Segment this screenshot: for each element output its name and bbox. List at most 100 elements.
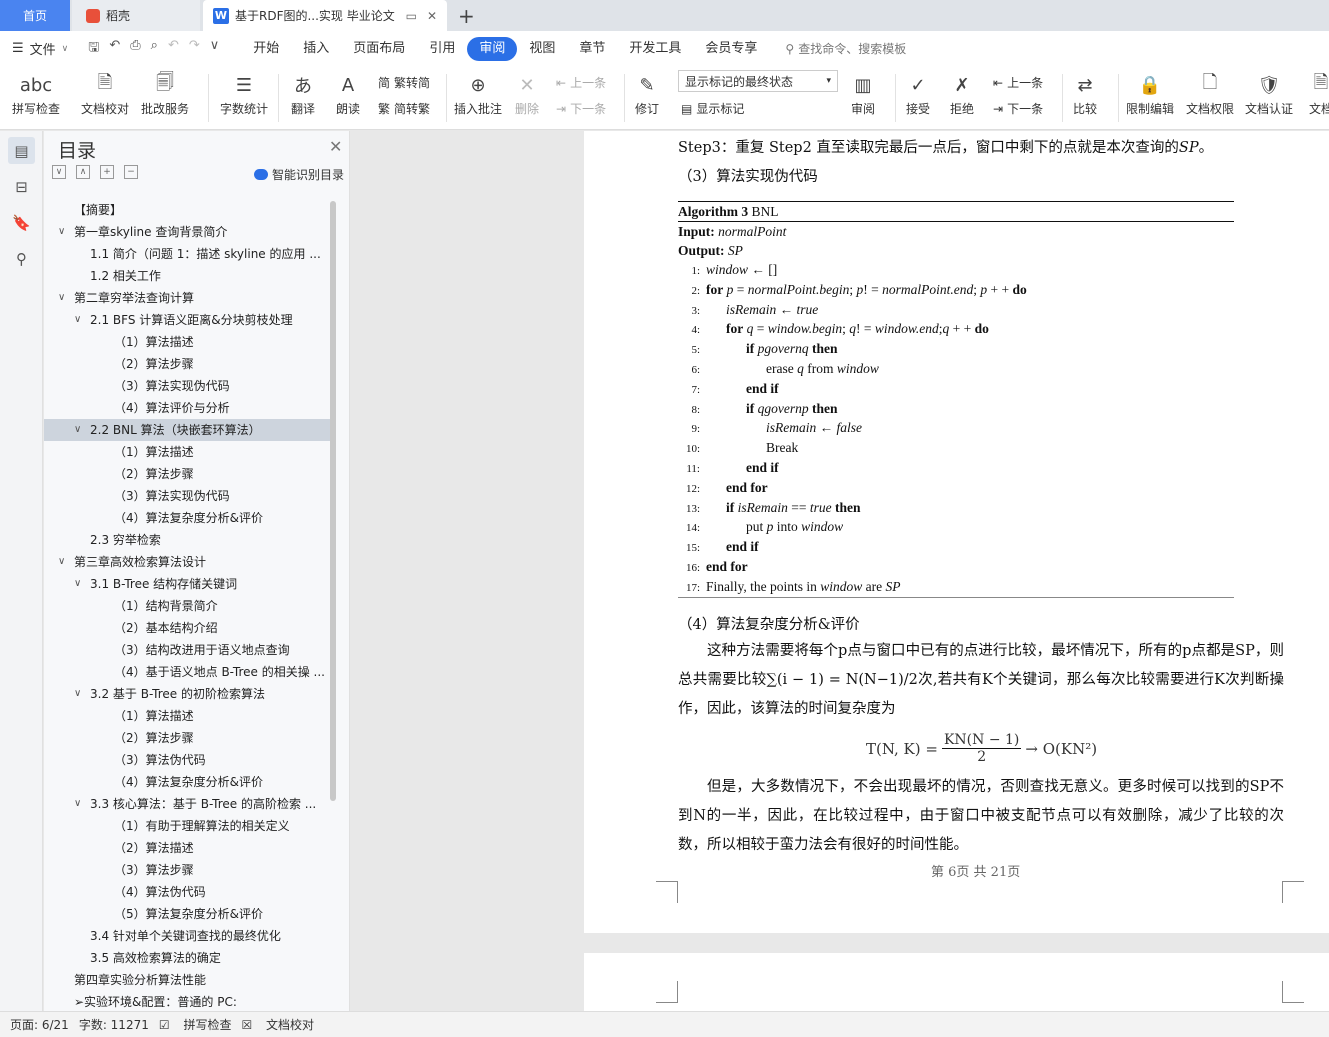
next-change-button[interactable]: ⇥ 下一条 [993,100,1043,117]
chevron-down-icon[interactable]: ∨ [74,419,81,441]
toc-item[interactable]: 2.3 穷举检索 [44,529,336,551]
toc-item[interactable]: ∨ 3.2 基于 B-Tree 的初阶检索算法 [44,683,336,705]
toc-item[interactable]: ∨ 3.3 核心算法：基于 B-Tree 的高阶检索 ... [44,793,336,815]
menu-tab-8[interactable]: 会员专享 [693,37,769,61]
remove-heading-icon[interactable]: − [124,165,138,179]
markup-state-select[interactable]: 显示标记的最终状态 ▾ [678,70,838,92]
toc-item[interactable]: （4）算法伪代码 [44,881,336,903]
command-search[interactable]: ⚲ 查找命令、搜索模板 [785,40,906,57]
toc-panel-icon[interactable]: ▤ [8,137,35,164]
menu-tab-5[interactable]: 视图 [517,37,567,61]
doc-certify-button[interactable]: 🛡 文档认证 [1245,70,1293,117]
toc-item[interactable]: （4）算法复杂度分析&评价 [44,771,336,793]
doc-check-button[interactable]: 🗎 文档校对 [81,70,129,117]
toc-item[interactable]: （2）算法描述 [44,837,336,859]
toc-item[interactable]: ∨ 2.1 BFS 计算语义距离&分块剪枝处理 [44,309,336,331]
toc-item[interactable]: （3）算法步骤 [44,859,336,881]
add-heading-icon[interactable]: + [100,165,114,179]
toc-scrollbar[interactable] [330,201,336,801]
toc-item[interactable]: （5）算法复杂度分析&评价 [44,903,336,925]
toc-item[interactable]: 1.1 简介（问题 1：描述 skyline 的应用 ... [44,243,336,265]
spell-check-button[interactable]: abc 拼写检查 [12,70,60,117]
delete-comment-button[interactable]: ✕ 删除 [512,70,542,117]
menu-tab-0[interactable]: 开始 [241,37,291,61]
prev-change-button[interactable]: ⇤ 上一条 [993,74,1043,91]
restrict-edit-button[interactable]: 🔒 限制编辑 [1126,70,1174,117]
save-icon[interactable]: 🖫 [88,38,99,60]
close-tab-icon[interactable]: ✕ [427,9,437,23]
print-preview-icon[interactable]: ⌕ [151,38,158,60]
more-icon[interactable]: ∨ [210,38,220,60]
tab-home[interactable]: 首页 [0,0,70,31]
toc-item[interactable]: （1）有助于理解算法的相关定义 [44,815,336,837]
chevron-down-icon[interactable]: ∨ [74,309,81,331]
toc-item[interactable]: 【摘要】 [44,199,336,221]
word-count-button[interactable]: ☰ 字数统计 [220,70,268,117]
toc-item[interactable]: 3.5 高效检索算法的确定 [44,947,336,969]
show-markup-button[interactable]: ▤ 显示标记 [681,100,744,117]
toc-item[interactable]: ➢实验环境&配置：普通的 PC: [44,991,336,1013]
toc-item[interactable]: （1）结构背景简介 [44,595,336,617]
review-pane-button[interactable]: ▥ 审阅 [848,70,878,117]
print-icon[interactable]: ⎙ [130,38,140,60]
translate-button[interactable]: あ翻译 [288,70,318,117]
menu-tab-3[interactable]: 引用 [417,37,467,61]
toc-item[interactable]: （1）算法描述 [44,705,336,727]
doc-check-status[interactable]: ☒ 文档校对 [241,1016,314,1033]
toc-item[interactable]: （3）算法伪代码 [44,749,336,771]
simp-to-trad-button[interactable]: 繁简转繁 [378,100,430,117]
chevron-down-icon[interactable]: ∨ [74,793,81,815]
annotate-service-button[interactable]: 🗐 批改服务 [141,70,189,117]
toc-item[interactable]: （1）算法描述 [44,441,336,463]
menu-tab-1[interactable]: 插入 [291,37,341,61]
toc-item[interactable]: （4）算法评价与分析 [44,397,336,419]
chapter-nav-icon[interactable]: ⊟ [8,173,35,200]
chevron-down-icon[interactable]: ∨ [58,287,65,309]
next-comment-button[interactable]: ⇥ 下一条 [556,100,606,117]
toc-item[interactable]: （2）算法步骤 [44,727,336,749]
toc-item[interactable]: 3.4 针对单个关键词查找的最终优化 [44,925,336,947]
pin-icon[interactable]: ▭ [406,9,417,23]
search-icon[interactable]: ⚲ [8,245,35,272]
toc-item[interactable]: （2）基本结构介绍 [44,617,336,639]
toc-item[interactable]: （2）算法步骤 [44,353,336,375]
chevron-down-icon[interactable]: ∨ [58,551,65,573]
toc-item[interactable]: （4）基于语义地点 B-Tree 的相关操 ... [44,661,336,683]
doc-permission-button[interactable]: 🗋 文档权限 [1186,70,1234,117]
revise-button[interactable]: ✎ 修订 [632,70,662,117]
toc-item[interactable]: （3）结构改进用于语义地点查询 [44,639,336,661]
undo-icon[interactable]: ↶ [168,38,179,60]
insert-comment-button[interactable]: ⊕ 插入批注 [454,70,502,117]
bookmark-icon[interactable]: 🔖 [8,209,35,236]
toc-item[interactable]: ∨ 第一章skyline 查询背景简介 [44,221,336,243]
close-icon[interactable]: ✕ [329,137,342,156]
toc-item[interactable]: ∨ 3.1 B-Tree 结构存储关键词 [44,573,336,595]
chevron-down-icon[interactable]: ∨ [74,573,81,595]
prev-comment-button[interactable]: ⇤ 上一条 [556,74,606,91]
toc-item[interactable]: （3）算法实现伪代码 [44,375,336,397]
tab-document[interactable]: W 基于RDF图的...实现 毕业论文 ▭ ✕ [203,0,447,31]
menu-tab-4[interactable]: 审阅 [467,36,518,61]
toc-item[interactable]: （3）算法实现伪代码 [44,485,336,507]
file-menu[interactable]: ☰ 文件 ∨ [0,39,80,58]
toc-item[interactable]: （4）算法复杂度分析&评价 [44,507,336,529]
redo-icon[interactable]: ↷ [189,38,200,60]
chevron-down-icon[interactable]: ∨ [74,683,81,705]
chevron-down-icon[interactable]: ∨ [58,221,65,243]
tab-shell[interactable]: 稻壳 [72,0,200,31]
spell-check-status[interactable]: ☑ 拼写检查 [159,1016,232,1033]
toc-item[interactable]: ∨ 第三章高效检索算法设计 [44,551,336,573]
accept-button[interactable]: ✓ 接受 [903,70,933,117]
undo-style-icon[interactable]: ↶ [109,38,120,60]
smart-toc-button[interactable]: 智能识别目录 [254,166,344,183]
menu-tab-2[interactable]: 页面布局 [341,37,417,61]
toc-item[interactable]: ∨ 第二章穷举法查询计算 [44,287,336,309]
expand-up-icon[interactable]: ∧ [76,165,90,179]
word-count-indicator[interactable]: 字数: 11271 [79,1016,149,1033]
toc-item[interactable]: 1.2 相关工作 [44,265,336,287]
read-aloud-button[interactable]: A 朗读 [333,70,363,117]
collapse-all-icon[interactable]: ∨ [52,165,66,179]
trad-to-simp-button[interactable]: 简繁转简 [378,74,430,91]
new-tab-button[interactable]: + [458,4,475,28]
doc-more-button[interactable]: 🗎 文档 [1306,70,1329,117]
